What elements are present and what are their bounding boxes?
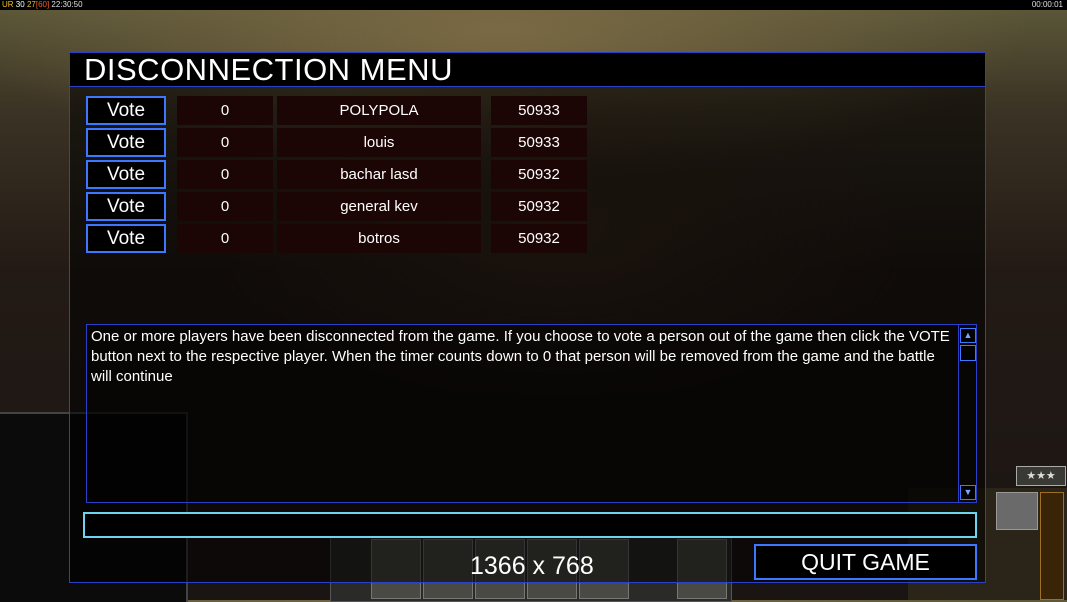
player-name: POLYPOLA (277, 96, 481, 125)
player-timer: 50933 (491, 128, 587, 157)
quit-game-button[interactable]: QUIT GAME (754, 544, 977, 580)
fps-value: 30 (15, 0, 25, 9)
player-timer: 50932 (491, 160, 587, 189)
tank-unit-icon (996, 492, 1038, 530)
vote-count: 0 (177, 192, 273, 221)
player-timer: 50933 (491, 96, 587, 125)
disconnection-dialog: DISCONNECTION MENU Vote 0 POLYPOLA 50933… (69, 52, 986, 583)
vote-button[interactable]: Vote (86, 160, 166, 189)
message-text: One or more players have been disconnect… (91, 328, 950, 385)
resolution-label: 1366 x 768 (470, 552, 594, 580)
scroll-down-arrow-icon[interactable]: ▼ (960, 485, 976, 500)
vote-button[interactable]: Vote (86, 128, 166, 157)
system-clock: 22:30:50 (51, 0, 83, 9)
player-timer: 50932 (491, 192, 587, 221)
vote-button[interactable]: Vote (86, 192, 166, 221)
fps-readout: UR 30 27[60] 22:30:50 (2, 0, 83, 10)
message-box: One or more players have been disconnect… (86, 324, 977, 503)
vote-count: 0 (177, 96, 273, 125)
game-timer: 00:00:01 (1031, 0, 1063, 9)
game-top-bar: UR 30 27[60] 22:30:50 00:00:01 (0, 0, 1067, 10)
player-name: general kev (277, 192, 481, 221)
vote-button[interactable]: Vote (86, 224, 166, 253)
scroll-thumb[interactable] (960, 345, 976, 361)
player-timer: 50932 (491, 224, 587, 253)
player-name: botros (277, 224, 481, 253)
vote-button[interactable]: Vote (86, 96, 166, 125)
player-name: bachar lasd (277, 160, 481, 189)
chat-input[interactable] (83, 512, 977, 538)
vote-count: 0 (177, 224, 273, 253)
scroll-up-arrow-icon[interactable]: ▲ (960, 328, 976, 343)
fps-limit: [60] (35, 0, 50, 9)
vote-count: 0 (177, 128, 273, 157)
message-scrollbar[interactable]: ▲ ▼ (958, 325, 976, 502)
vote-count: 0 (177, 160, 273, 189)
fps-value-2: 27 (26, 0, 36, 9)
ur-label: UR (2, 0, 14, 9)
power-bar (1040, 492, 1064, 600)
player-name: louis (277, 128, 481, 157)
dialog-title-bar: DISCONNECTION MENU (70, 53, 985, 87)
dialog-title: DISCONNECTION MENU (84, 52, 453, 87)
rank-stars-icon: ★★★ (1016, 466, 1066, 486)
